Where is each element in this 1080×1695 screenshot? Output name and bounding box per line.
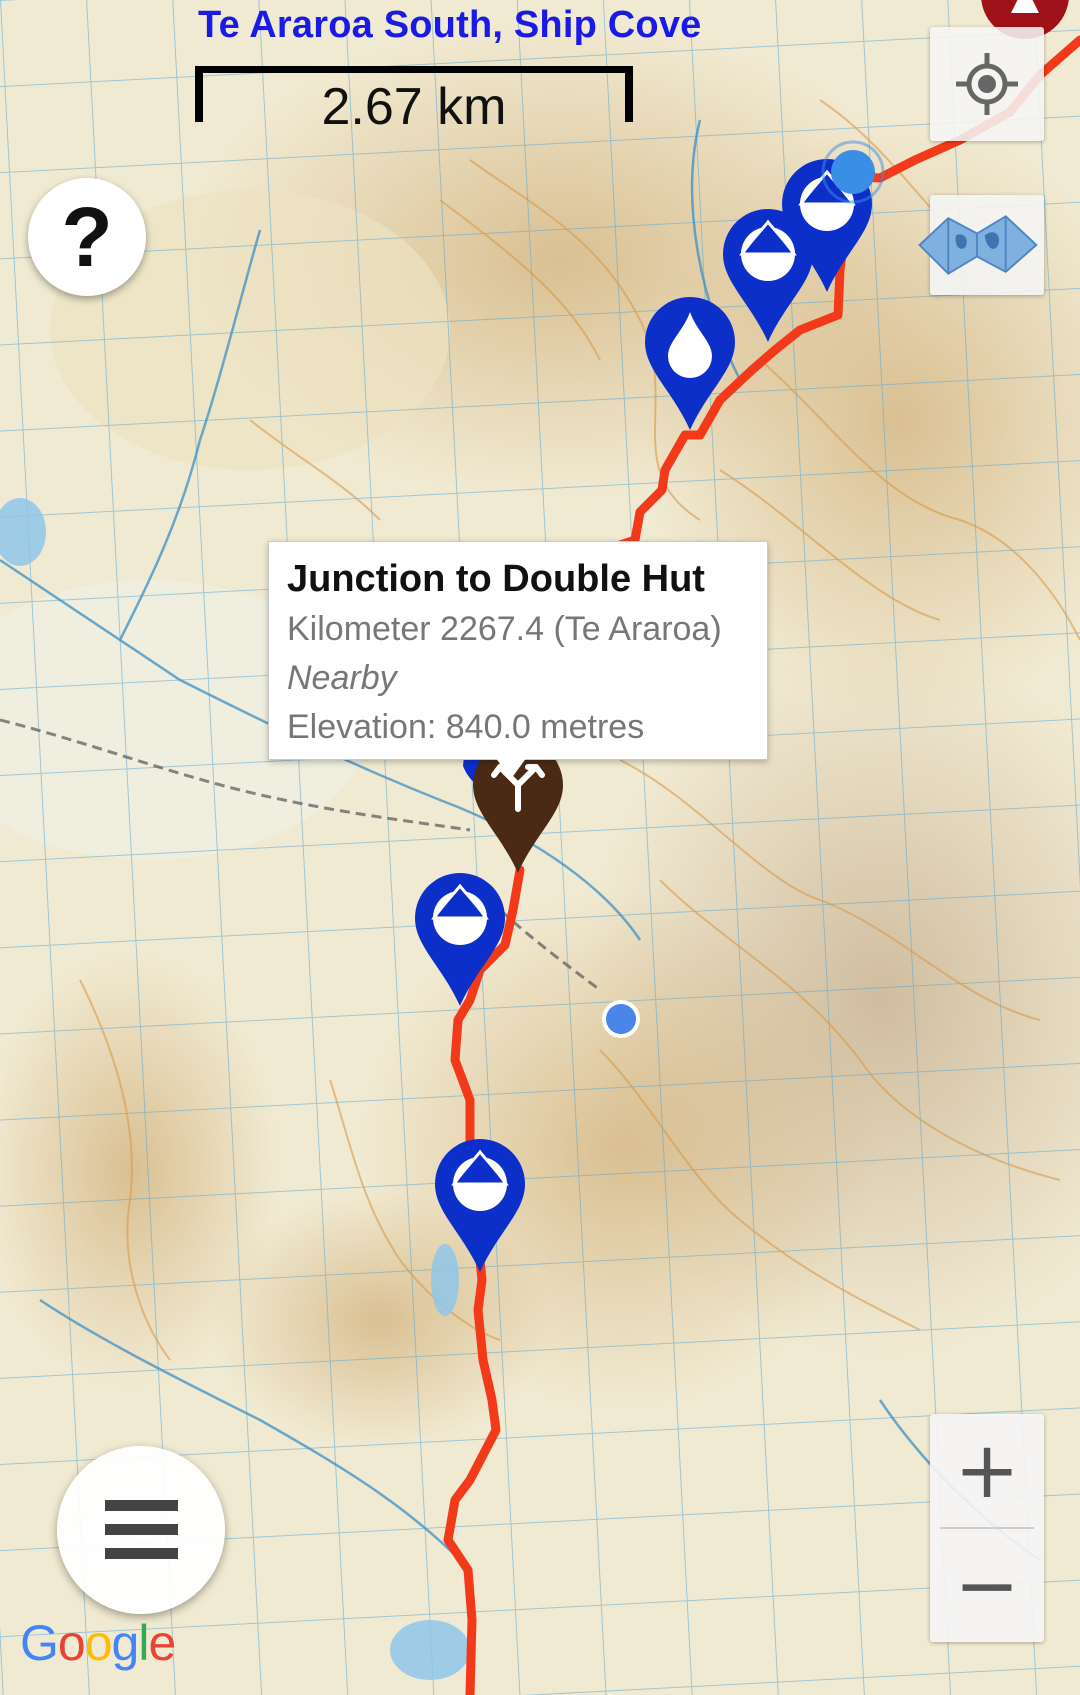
help-button[interactable]: ? [28, 178, 146, 296]
menu-button[interactable] [57, 1446, 225, 1614]
zoom-in-button[interactable]: + [930, 1414, 1044, 1527]
info-window[interactable]: Junction to Double Hut Kilometer 2267.4 … [268, 541, 768, 760]
scale-label: 2.67 km [321, 78, 507, 136]
zoom-out-button[interactable]: − [930, 1529, 1044, 1642]
google-logo-letter: e [148, 1615, 176, 1671]
map-layers-button[interactable] [918, 195, 1044, 295]
map-layers-icon [918, 215, 1038, 275]
zoom-controls: + − [930, 1414, 1044, 1642]
my-location-button[interactable] [930, 27, 1044, 141]
google-logo: Google [20, 1614, 176, 1672]
info-window-elevation: Elevation: 840.0 metres [287, 708, 645, 746]
current-location-dot [602, 1000, 640, 1038]
crosshair-icon [956, 53, 1018, 115]
info-window-kilometer: Kilometer 2267.4 (Te Araroa) [287, 610, 722, 648]
info-window-nearby: Nearby [287, 659, 397, 697]
info-window-pointer [495, 757, 527, 779]
help-marker[interactable] [821, 140, 885, 204]
google-logo-letter: g [111, 1615, 140, 1671]
google-logo-letter: o [57, 1615, 86, 1671]
section-title: Te Araroa South, Ship Cove [198, 4, 702, 46]
info-window-title: Junction to Double Hut [287, 558, 705, 600]
google-logo-letter: G [20, 1615, 59, 1671]
scale-bar: 2.67 km [195, 66, 633, 136]
google-logo-letter: o [84, 1615, 113, 1671]
google-logo-letter: l [138, 1615, 149, 1671]
